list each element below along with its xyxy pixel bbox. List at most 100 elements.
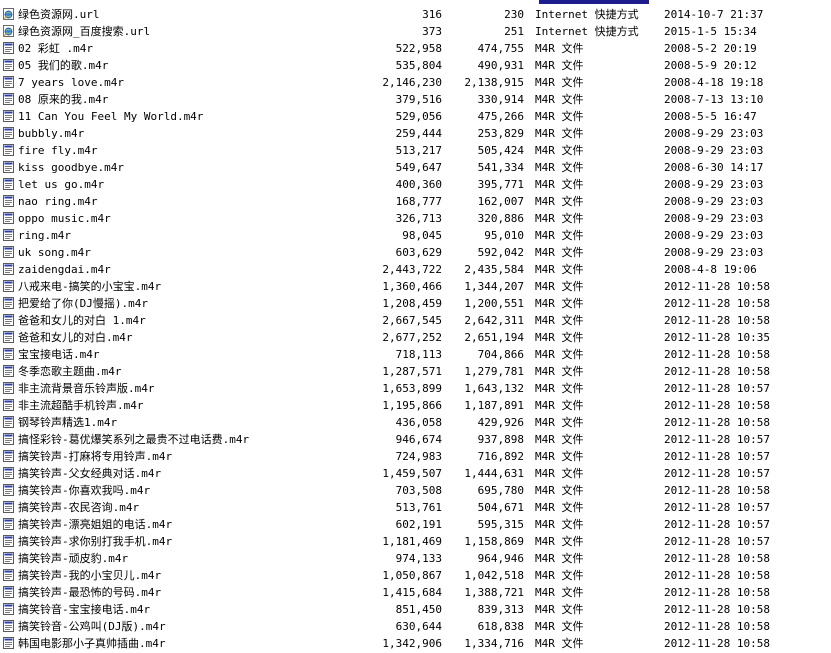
file-packed-size: 230 bbox=[504, 8, 524, 21]
file-row[interactable]: 非主流超酷手机铃声.m4r 1,195,866 1,187,891 M4R 文件… bbox=[0, 397, 831, 414]
file-row[interactable]: 搞笑铃声-求你别打我手机.m4r 1,181,469 1,158,869 M4R… bbox=[0, 533, 831, 550]
file-row[interactable]: 绿色资源网_百度搜索.url 373 251 Internet 快捷方式 201… bbox=[0, 23, 831, 40]
file-name: 绿色资源网.url bbox=[18, 8, 100, 21]
file-row[interactable]: bubbly.m4r 259,444 253,829 M4R 文件 2008-9… bbox=[0, 125, 831, 142]
file-packed-size: 1,388,721 bbox=[464, 586, 524, 599]
m4r-file-icon bbox=[3, 501, 14, 513]
file-modified: 2012-11-28 10:58 bbox=[664, 416, 770, 429]
file-type: M4R 文件 bbox=[535, 314, 584, 327]
file-name: ring.m4r bbox=[18, 229, 71, 242]
file-modified: 2008-9-29 23:03 bbox=[664, 127, 764, 140]
file-row[interactable]: 八戒来电-搞笑的小宝宝.m4r 1,360,466 1,344,207 M4R … bbox=[0, 278, 831, 295]
file-row[interactable]: 搞笑铃声-父女经典对话.m4r 1,459,507 1,444,631 M4R … bbox=[0, 465, 831, 482]
file-row[interactable]: 搞笑铃声-你喜欢我吗.m4r 703,508 695,780 M4R 文件 20… bbox=[0, 482, 831, 499]
file-row[interactable]: 搞笑铃声-打麻将专用铃声.m4r 724,983 716,892 M4R 文件 … bbox=[0, 448, 831, 465]
file-row[interactable]: 搞怪彩铃-葛优爆笑系列之最贵不过电话费.m4r 946,674 937,898 … bbox=[0, 431, 831, 448]
file-row[interactable]: 7 years love.m4r 2,146,230 2,138,915 M4R… bbox=[0, 74, 831, 91]
m4r-file-icon bbox=[3, 518, 14, 530]
file-modified: 2012-11-28 10:57 bbox=[664, 518, 770, 531]
file-type: M4R 文件 bbox=[535, 382, 584, 395]
m4r-file-icon bbox=[3, 348, 14, 360]
file-packed-size: 2,435,584 bbox=[464, 263, 524, 276]
file-modified: 2012-11-28 10:58 bbox=[664, 348, 770, 361]
file-type: M4R 文件 bbox=[535, 484, 584, 497]
file-row[interactable]: fire fly.m4r 513,217 505,424 M4R 文件 2008… bbox=[0, 142, 831, 159]
file-row[interactable]: 搞笑铃声-我的小宝贝儿.m4r 1,050,867 1,042,518 M4R … bbox=[0, 567, 831, 584]
file-modified: 2012-11-28 10:58 bbox=[664, 586, 770, 599]
file-modified: 2015-1-5 15:34 bbox=[664, 25, 757, 38]
file-name: 搞笑铃声-打麻将专用铃声.m4r bbox=[18, 450, 173, 463]
file-modified: 2012-11-28 10:57 bbox=[664, 450, 770, 463]
file-type: M4R 文件 bbox=[535, 518, 584, 531]
file-type: M4R 文件 bbox=[535, 620, 584, 633]
file-row[interactable]: zaidengdai.m4r 2,443,722 2,435,584 M4R 文… bbox=[0, 261, 831, 278]
file-name: 钢琴铃声精选1.m4r bbox=[18, 416, 118, 429]
file-row[interactable]: 冬季恋歌主题曲.m4r 1,287,571 1,279,781 M4R 文件 2… bbox=[0, 363, 831, 380]
file-row[interactable]: 非主流背景音乐铃声版.m4r 1,653,899 1,643,132 M4R 文… bbox=[0, 380, 831, 397]
file-row[interactable]: 搞笑铃声-漂亮姐姐的电话.m4r 602,191 595,315 M4R 文件 … bbox=[0, 516, 831, 533]
file-row[interactable]: let us go.m4r 400,360 395,771 M4R 文件 200… bbox=[0, 176, 831, 193]
file-row[interactable]: uk song.m4r 603,629 592,042 M4R 文件 2008-… bbox=[0, 244, 831, 261]
file-type: M4R 文件 bbox=[535, 331, 584, 344]
file-row[interactable]: 搞笑铃声-顽皮豹.m4r 974,133 964,946 M4R 文件 2012… bbox=[0, 550, 831, 567]
file-packed-size: 330,914 bbox=[477, 93, 524, 106]
file-row[interactable]: 宝宝接电话.m4r 718,113 704,866 M4R 文件 2012-11… bbox=[0, 346, 831, 363]
m4r-file-icon bbox=[3, 620, 14, 632]
file-type: M4R 文件 bbox=[535, 195, 584, 208]
file-name: zaidengdai.m4r bbox=[18, 263, 111, 276]
file-packed-size: 320,886 bbox=[477, 212, 524, 225]
file-name: bubbly.m4r bbox=[18, 127, 85, 140]
file-type: M4R 文件 bbox=[535, 59, 584, 72]
file-packed-size: 1,344,207 bbox=[464, 280, 524, 293]
file-row[interactable]: 搞笑铃声-农民咨询.m4r 513,761 504,671 M4R 文件 201… bbox=[0, 499, 831, 516]
file-row[interactable]: 02 彩虹 .m4r 522,958 474,755 M4R 文件 2008-5… bbox=[0, 40, 831, 57]
file-list[interactable]: 绿色资源网.url 316 230 Internet 快捷方式 2014-10-… bbox=[0, 6, 831, 652]
file-modified: 2008-9-29 23:03 bbox=[664, 144, 764, 157]
file-modified: 2012-11-28 10:35 bbox=[664, 331, 770, 344]
m4r-file-icon bbox=[3, 569, 14, 581]
file-modified: 2012-11-28 10:58 bbox=[664, 297, 770, 310]
file-name: 搞笑铃声-漂亮姐姐的电话.m4r bbox=[18, 518, 173, 531]
file-name: 爸爸和女儿的对白 1.m4r bbox=[18, 314, 146, 327]
m4r-file-icon bbox=[3, 382, 14, 394]
file-row[interactable]: 05 我们的歌.m4r 535,804 490,931 M4R 文件 2008-… bbox=[0, 57, 831, 74]
m4r-file-icon bbox=[3, 144, 14, 156]
file-packed-size: 1,444,631 bbox=[464, 467, 524, 480]
file-row[interactable]: oppo music.m4r 326,713 320,886 M4R 文件 20… bbox=[0, 210, 831, 227]
file-modified: 2012-11-28 10:57 bbox=[664, 535, 770, 548]
file-packed-size: 251 bbox=[504, 25, 524, 38]
file-modified: 2012-11-28 10:58 bbox=[664, 280, 770, 293]
file-type: M4R 文件 bbox=[535, 280, 584, 293]
file-name: 冬季恋歌主题曲.m4r bbox=[18, 365, 122, 378]
file-row[interactable]: 绿色资源网.url 316 230 Internet 快捷方式 2014-10-… bbox=[0, 6, 831, 23]
file-row[interactable]: 爸爸和女儿的对白 1.m4r 2,667,545 2,642,311 M4R 文… bbox=[0, 312, 831, 329]
file-row[interactable]: kiss goodbye.m4r 549,647 541,334 M4R 文件 … bbox=[0, 159, 831, 176]
file-type: M4R 文件 bbox=[535, 467, 584, 480]
file-modified: 2008-9-29 23:03 bbox=[664, 178, 764, 191]
file-packed-size: 490,931 bbox=[477, 59, 524, 72]
file-type: M4R 文件 bbox=[535, 212, 584, 225]
file-modified: 2012-11-28 10:58 bbox=[664, 484, 770, 497]
file-type: M4R 文件 bbox=[535, 127, 584, 140]
file-row[interactable]: 把爱给了你(DJ慢摇).m4r 1,208,459 1,200,551 M4R … bbox=[0, 295, 831, 312]
file-row[interactable]: nao ring.m4r 168,777 162,007 M4R 文件 2008… bbox=[0, 193, 831, 210]
file-type: M4R 文件 bbox=[535, 399, 584, 412]
file-row[interactable]: 钢琴铃声精选1.m4r 436,058 429,926 M4R 文件 2012-… bbox=[0, 414, 831, 431]
m4r-file-icon bbox=[3, 280, 14, 292]
file-type: M4R 文件 bbox=[535, 501, 584, 514]
file-row[interactable]: 搞笑铃音-宝宝接电话.m4r 851,450 839,313 M4R 文件 20… bbox=[0, 601, 831, 618]
file-name: 05 我们的歌.m4r bbox=[18, 59, 109, 72]
file-row[interactable]: 11 Can You Feel My World.m4r 529,056 475… bbox=[0, 108, 831, 125]
file-row[interactable]: 08 原来的我.m4r 379,516 330,914 M4R 文件 2008-… bbox=[0, 91, 831, 108]
m4r-file-icon bbox=[3, 433, 14, 445]
file-row[interactable]: 爸爸和女儿的对白.m4r 2,677,252 2,651,194 M4R 文件 … bbox=[0, 329, 831, 346]
file-packed-size: 253,829 bbox=[477, 127, 524, 140]
file-modified: 2012-11-28 10:58 bbox=[664, 399, 770, 412]
file-modified: 2008-5-5 16:47 bbox=[664, 110, 757, 123]
file-row[interactable]: 搞笑铃音-公鸡叫(DJ版).m4r 630,644 618,838 M4R 文件… bbox=[0, 618, 831, 635]
file-row[interactable]: ring.m4r 98,045 95,010 M4R 文件 2008-9-29 … bbox=[0, 227, 831, 244]
m4r-file-icon bbox=[3, 76, 14, 88]
file-row[interactable]: 韩国电影那小子真帅插曲.m4r 1,342,906 1,334,716 M4R … bbox=[0, 635, 831, 652]
m4r-file-icon bbox=[3, 331, 14, 343]
file-row[interactable]: 搞笑铃声-最恐怖的号码.m4r 1,415,684 1,388,721 M4R … bbox=[0, 584, 831, 601]
